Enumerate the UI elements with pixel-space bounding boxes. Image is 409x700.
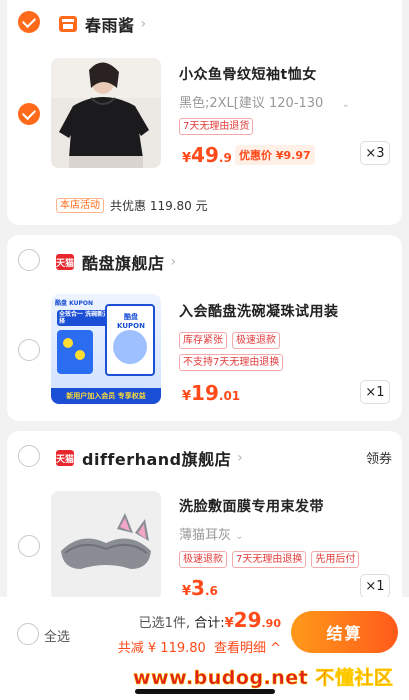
view-details-link[interactable]: 查看明细 ^ — [214, 641, 281, 656]
shop-header[interactable]: 天猫 酷盘旗舰店 › — [56, 250, 176, 274]
selected-count: 已选1件, — [138, 616, 191, 631]
chevron-down-icon: ⌄ — [341, 99, 350, 110]
item-price: ¥19.01 — [182, 381, 241, 405]
total-label: 合计: — [194, 616, 225, 631]
total-price: ¥29.90 — [224, 608, 281, 632]
sku-selector[interactable]: 薄猫耳灰 ⌄ — [179, 524, 244, 543]
checkout-button[interactable]: 结算 — [291, 611, 398, 653]
service-tags: 7天无理由退货 — [179, 118, 254, 135]
chevron-right-icon: › — [170, 254, 177, 270]
shop-activity[interactable]: 本店活动 共优惠 119.80 元 — [56, 197, 208, 214]
product-title[interactable]: 小众鱼骨纹短袖t恤女 — [179, 64, 317, 84]
total-summary: 已选1件, 合计:¥29.90 — [139, 608, 281, 632]
service-tag: 不支持7天无理由退换 — [179, 354, 284, 371]
service-tag: 库存紧张 — [179, 332, 227, 349]
quantity-stepper[interactable]: ×1 — [360, 380, 390, 404]
service-tag: 先用后付 — [311, 551, 360, 568]
tmall-badge: 天猫 — [56, 254, 74, 270]
service-tag: 极速退款 — [232, 332, 280, 349]
shop-card: 春雨酱 › 小众鱼骨纹短袖t恤女 黑色;2XL[建议 120-130 ⌄ 7天无… — [7, 0, 402, 225]
get-coupon-link[interactable]: 领券 — [366, 448, 392, 467]
shop-checkbox[interactable] — [18, 249, 40, 271]
store-icon — [59, 16, 77, 32]
service-tags: 极速退款 7天无理由退换 先用后付 — [179, 551, 360, 568]
chevron-right-icon: › — [140, 16, 147, 32]
shop-card: 天猫 酷盘旗舰店 › 酷盘 KUPON 全效合一 洗碗新选择 酷盘 KUPON … — [7, 235, 402, 421]
tmall-badge: 天猫 — [56, 450, 74, 466]
shop-name: 酷盘旗舰店 — [82, 254, 165, 273]
item-checkbox[interactable] — [18, 535, 40, 557]
discount-text: 共减 ¥ 119.80 — [117, 641, 206, 656]
chevron-right-icon: › — [237, 450, 243, 466]
item-price: ¥49.9 — [182, 143, 232, 167]
chevron-up-icon: ^ — [270, 641, 281, 656]
service-tag: 7天无理由退货 — [179, 118, 254, 135]
select-all-checkbox[interactable] — [17, 623, 39, 645]
home-indicator — [135, 689, 275, 694]
shop-name: 春雨酱 — [85, 16, 135, 35]
product-image[interactable]: 酷盘 KUPON 全效合一 洗碗新选择 酷盘 KUPON 新用户加入会员 专享权… — [51, 294, 161, 404]
activity-text: 共优惠 119.80 元 — [110, 199, 208, 213]
activity-tag: 本店活动 — [56, 198, 104, 213]
product-title[interactable]: 洗脸敷面膜专用束发带 — [179, 496, 324, 516]
shop-card: 天猫 differhand旗舰店 › 领券 洗脸敷面膜专用束发带 薄猫耳灰 ⌄ … — [7, 431, 402, 611]
discount-summary: 共减 ¥ 119.80 查看明细 ^ — [118, 637, 281, 656]
shop-checkbox[interactable] — [18, 445, 40, 467]
promo-price-badge: 优惠价 ¥9.97 — [235, 145, 315, 165]
service-tag: 极速退款 — [179, 551, 227, 568]
shop-checkbox[interactable] — [18, 11, 40, 33]
sku-selector[interactable]: 黑色;2XL[建议 120-130 ⌄ — [179, 92, 350, 111]
shop-header[interactable]: 春雨酱 › — [59, 12, 146, 36]
watermark: www.budog.net 不懂社区 — [133, 667, 394, 690]
select-all-label[interactable]: 全选 — [44, 626, 70, 645]
item-checkbox[interactable] — [18, 339, 40, 361]
item-checkbox[interactable] — [18, 103, 40, 125]
service-tags: 库存紧张 极速退款 不支持7天无理由退换 — [179, 332, 369, 371]
product-title[interactable]: 入会酷盘洗碗凝珠试用装 — [179, 301, 339, 321]
chevron-down-icon: ⌄ — [235, 531, 244, 542]
product-image[interactable] — [51, 491, 161, 601]
service-tag: 7天无理由退换 — [232, 551, 307, 568]
quantity-stepper[interactable]: ×3 — [360, 141, 390, 165]
shop-name: differhand旗舰店 — [82, 450, 232, 469]
quantity-stepper[interactable]: ×1 — [360, 574, 390, 598]
product-image[interactable] — [51, 58, 161, 168]
shop-header[interactable]: 天猫 differhand旗舰店 › — [56, 446, 243, 470]
